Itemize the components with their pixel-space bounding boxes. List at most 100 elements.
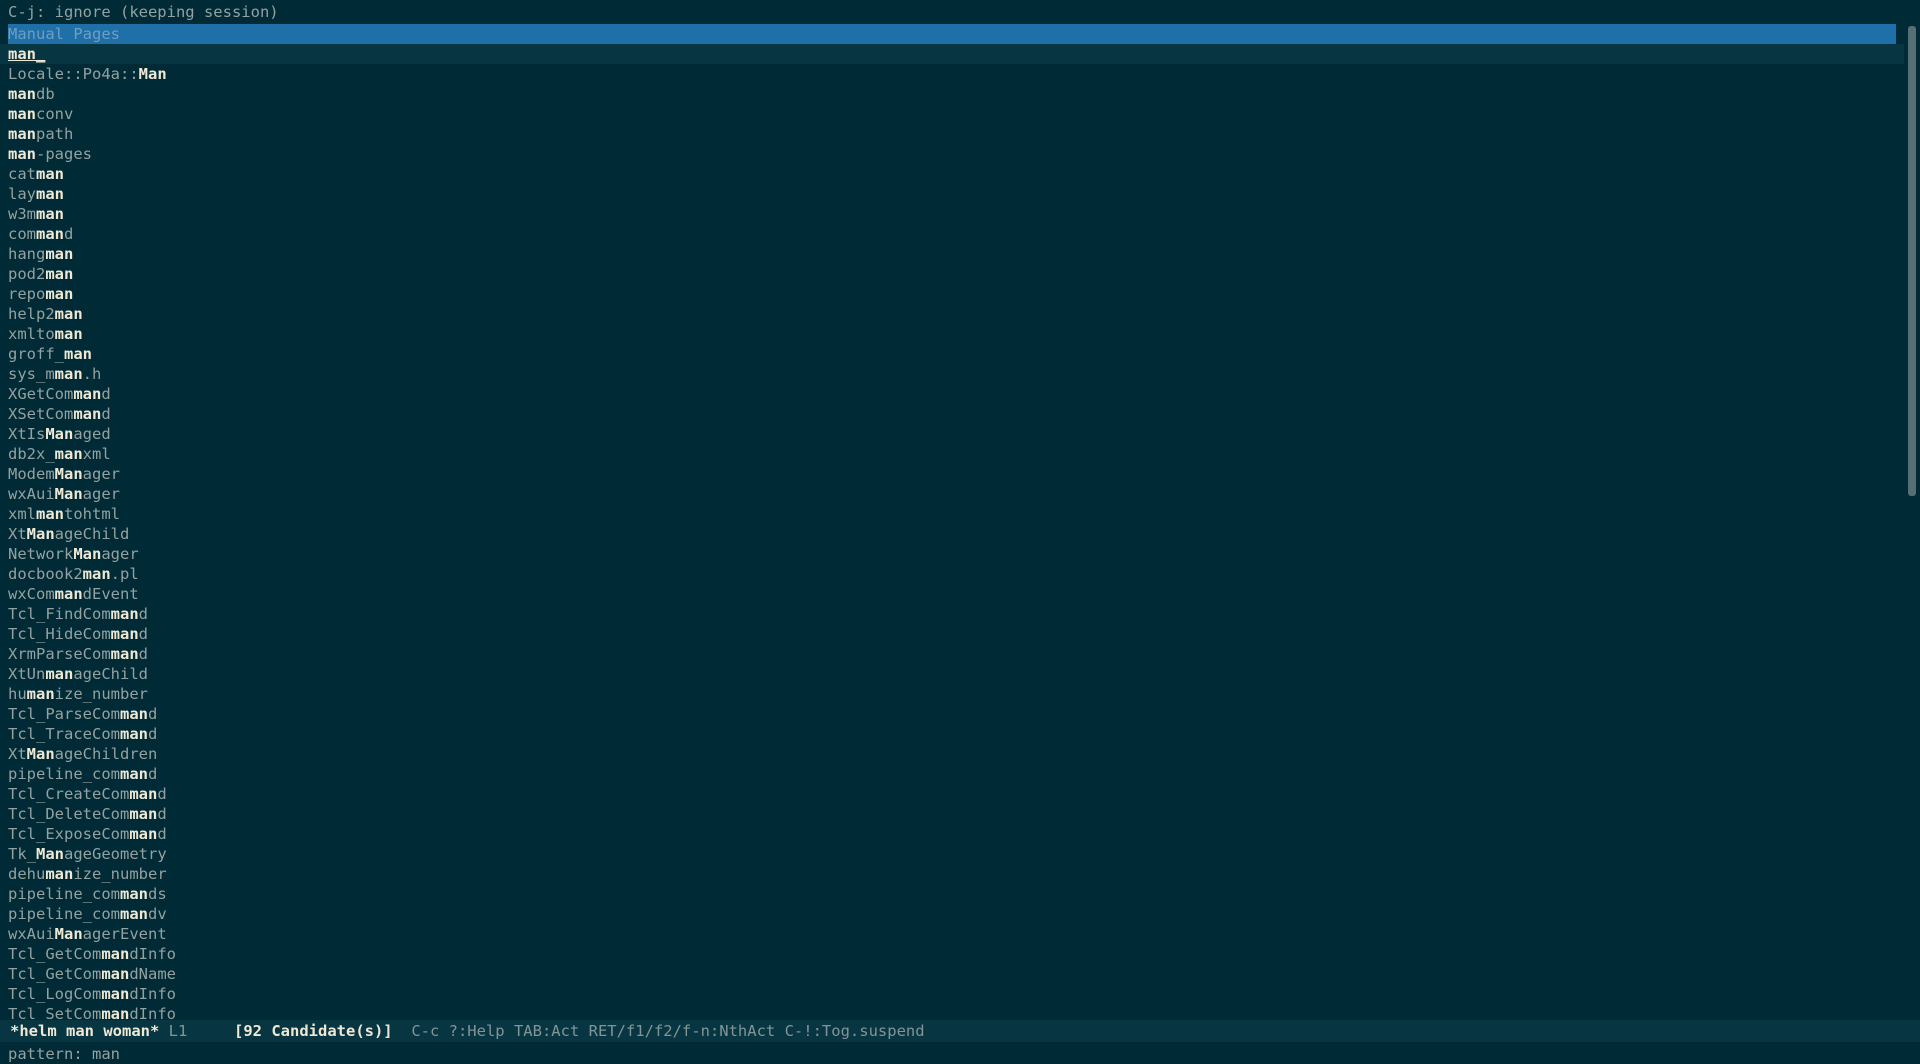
candidate-text: Tcl_LogCom — [8, 985, 102, 1003]
candidate-item[interactable]: wxAuiManagerEvent — [0, 924, 1904, 944]
match-highlight: man — [45, 245, 74, 263]
candidate-text: d — [157, 805, 167, 823]
candidate-item[interactable]: catman — [0, 164, 1904, 184]
candidate-item[interactable]: Tcl_GetCommandInfo — [0, 944, 1904, 964]
candidate-item[interactable]: db2x_manxml — [0, 444, 1904, 464]
candidate-item[interactable]: help2man — [0, 304, 1904, 324]
candidate-item[interactable]: layman — [0, 184, 1904, 204]
candidate-item[interactable]: mandb — [0, 84, 1904, 104]
candidate-item[interactable]: Tcl_TraceCommand — [0, 724, 1904, 744]
candidate-text: XtIs — [8, 425, 46, 443]
candidate-item[interactable]: pipeline_command — [0, 764, 1904, 784]
candidate-text: repo — [8, 285, 46, 303]
candidate-text: ageChild — [54, 525, 130, 543]
candidate-item[interactable]: xmlmantohtml — [0, 504, 1904, 524]
candidate-text: conv — [36, 105, 74, 123]
candidate-item[interactable]: Tcl_GetCommandName — [0, 964, 1904, 984]
candidate-text: wxAui — [8, 925, 55, 943]
candidate-item[interactable]: sys_mman.h — [0, 364, 1904, 384]
match-highlight: man — [54, 325, 83, 343]
match-highlight: man — [26, 685, 55, 703]
match-highlight: man — [101, 1005, 130, 1020]
candidate-item[interactable]: Tcl_FindCommand — [0, 604, 1904, 624]
minibuffer[interactable]: pattern: man — [0, 1044, 1920, 1064]
selected-candidate[interactable]: man_ — [0, 44, 1904, 64]
candidate-item[interactable]: man-pages — [0, 144, 1904, 164]
candidate-item[interactable]: NetworkManager — [0, 544, 1904, 564]
match-highlight: man — [129, 825, 158, 843]
candidate-text: Xt — [8, 745, 27, 763]
candidate-item[interactable]: repoman — [0, 284, 1904, 304]
match-highlight: man — [129, 805, 158, 823]
candidate-item[interactable]: wxCommandEvent — [0, 584, 1904, 604]
mode-line: *helm man woman* L1 [92 Candidate(s)] C-… — [0, 1020, 1920, 1042]
candidate-item[interactable]: Tcl_ParseCommand — [0, 704, 1904, 724]
candidate-text: -pages — [36, 145, 92, 163]
scrollbar[interactable] — [1908, 24, 1916, 1020]
candidate-item[interactable]: Tcl_LogCommandInfo — [0, 984, 1904, 1004]
candidate-item[interactable]: hangman — [0, 244, 1904, 264]
match-highlight: man — [110, 625, 139, 643]
match-highlight: Man — [54, 485, 83, 503]
candidate-text: agerEvent — [82, 925, 167, 943]
candidate-item[interactable]: xmltoman — [0, 324, 1904, 344]
candidate-text: .h — [82, 365, 102, 383]
candidate-item[interactable]: XrmParseCommand — [0, 644, 1904, 664]
candidate-item[interactable]: XtManageChildren — [0, 744, 1904, 764]
candidate-item[interactable]: XSetCommand — [0, 404, 1904, 424]
candidate-item[interactable]: XGetCommand — [0, 384, 1904, 404]
match-highlight: man — [110, 605, 139, 623]
candidate-item[interactable]: Tk_ManageGeometry — [0, 844, 1904, 864]
match-highlight: Man — [54, 465, 83, 483]
candidate-text: d — [101, 405, 111, 423]
keys-help: C-c ?:Help TAB:Act RET/f1/f2/f-n:NthAct … — [411, 1022, 925, 1040]
candidate-item[interactable]: docbook2man.pl — [0, 564, 1904, 584]
candidate-item[interactable]: XtManageChild — [0, 524, 1904, 544]
candidate-text: pipeline_com — [8, 765, 120, 783]
candidate-item[interactable]: dehumanize_number — [0, 864, 1904, 884]
candidate-text: tohtml — [64, 505, 120, 523]
echo-area-message: C-j: ignore (keeping session) — [8, 3, 279, 21]
match-highlight: man — [45, 265, 74, 283]
match-highlight: man — [110, 645, 139, 663]
candidate-text: d — [147, 725, 158, 743]
candidate-item[interactable]: pipeline_commandv — [0, 904, 1904, 924]
candidate-item[interactable]: Tcl_ExposeCommand — [0, 824, 1904, 844]
candidate-item[interactable]: Tcl_HideCommand — [0, 624, 1904, 644]
pattern-input[interactable]: man — [92, 1045, 120, 1063]
scrollbar-thumb[interactable] — [1908, 26, 1916, 496]
candidate-item[interactable]: pipeline_commands — [0, 884, 1904, 904]
candidate-text: wxAui — [8, 485, 55, 503]
candidate-item[interactable]: wxAuiManager — [0, 484, 1904, 504]
candidate-text: hang — [8, 245, 46, 263]
candidate-text: Tcl_DeleteCom — [8, 805, 130, 823]
match-highlight: man — [119, 725, 148, 743]
candidate-item[interactable]: humanize_number — [0, 684, 1904, 704]
match-highlight: Man — [45, 425, 74, 443]
candidate-item[interactable]: w3mman — [0, 204, 1904, 224]
candidate-item[interactable]: manconv — [0, 104, 1904, 124]
candidate-item[interactable]: command — [0, 224, 1904, 244]
candidate-item[interactable]: manpath — [0, 124, 1904, 144]
candidate-item[interactable]: Tcl_SetCommandInfo — [0, 1004, 1904, 1020]
candidate-item[interactable]: Tcl_DeleteCommand — [0, 804, 1904, 824]
candidate-text: dEvent — [82, 585, 139, 603]
match-highlight: man — [82, 565, 111, 583]
candidate-item[interactable]: ModemManager — [0, 464, 1904, 484]
candidate-text: ageGeometry — [64, 845, 167, 863]
match-highlight: man — [54, 445, 83, 463]
candidate-item[interactable]: Tcl_CreateCommand — [0, 784, 1904, 804]
candidate-item[interactable]: groff_man — [0, 344, 1904, 364]
match-highlight: man — [119, 885, 148, 903]
candidate-item[interactable]: XtUnmanageChild — [0, 664, 1904, 684]
candidate-item[interactable]: pod2man — [0, 264, 1904, 284]
candidate-text: Tcl_ExposeCom — [8, 825, 130, 843]
candidate-item[interactable]: XtIsManaged — [0, 424, 1904, 444]
candidate-text: XrmParseCom — [8, 645, 111, 663]
candidate-text: lay — [8, 185, 36, 203]
candidate-text: d — [157, 785, 167, 803]
candidate-text: ager — [82, 465, 120, 483]
candidate-text: aged — [73, 425, 111, 443]
match-highlight: man — [8, 105, 36, 123]
candidate-item[interactable]: Locale::Po4a::Man — [0, 64, 1904, 84]
